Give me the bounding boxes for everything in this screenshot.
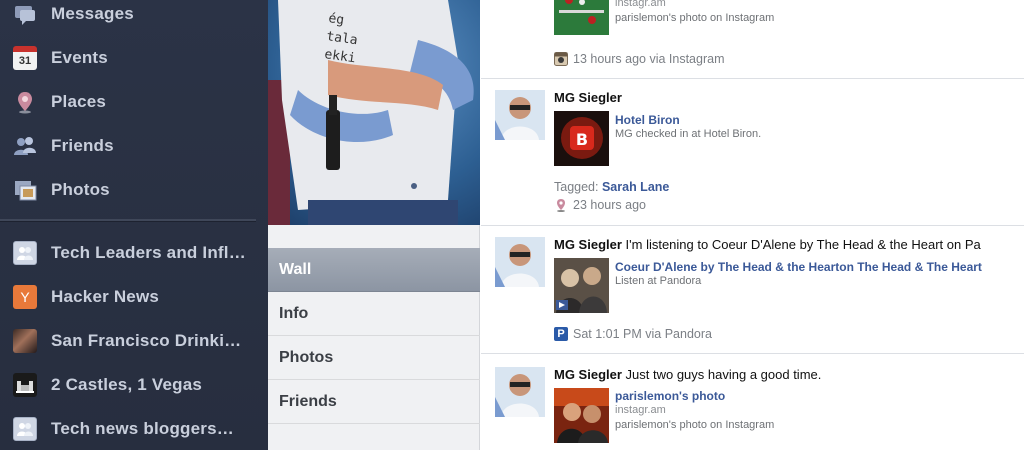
map-pin-icon xyxy=(13,90,37,114)
attachment-description: parislemon's photo on Instagram xyxy=(615,12,775,24)
tab-wall-label: Wall xyxy=(279,260,312,278)
avatar[interactable] xyxy=(495,90,545,140)
nav-group-label: 2 Castles, 1 Vegas xyxy=(51,375,203,394)
nav-label-photos: Photos xyxy=(51,180,110,199)
story-meta-text[interactable]: 23 hours ago xyxy=(573,198,646,212)
nav-group-tech-news-bloggers[interactable]: Tech news bloggers… xyxy=(0,407,268,450)
group-photo-icon xyxy=(13,373,37,397)
tab-photos-label: Photos xyxy=(279,348,334,366)
feed-story: MG Siegler B Hotel Biron MG checked in a… xyxy=(481,79,1024,226)
tab-friends-label: Friends xyxy=(279,392,337,410)
nav-item-places[interactable]: Places xyxy=(0,80,268,124)
nav-group-label: Tech Leaders and Infl… xyxy=(51,243,246,262)
feed-story: MG Siegler Just two guys having a good t… xyxy=(481,354,1024,450)
attachment-title-link[interactable]: parislemon's photo xyxy=(615,389,725,403)
nav-item-messages[interactable]: Messages xyxy=(0,0,268,36)
tab-photos[interactable]: Photos xyxy=(268,336,480,380)
story-meta: 23 hours ago xyxy=(554,198,646,212)
nav-item-photos[interactable]: Photos xyxy=(0,168,268,212)
friends-icon xyxy=(13,134,37,158)
attachment-title-link[interactable]: Hotel Biron xyxy=(615,113,680,127)
nav-group-tech-leaders[interactable]: Tech Leaders and Infl… xyxy=(0,231,268,275)
group-icon xyxy=(13,241,37,265)
hacker-news-icon: Y xyxy=(13,285,37,309)
feed-story: instagr.am parislemon's photo on Instagr… xyxy=(481,0,1024,79)
profile-photo[interactable]: ég tala ekki xyxy=(268,0,480,225)
nav-label-messages: Messages xyxy=(51,4,134,23)
nav-separator xyxy=(0,219,256,222)
tab-info[interactable]: Info xyxy=(268,292,480,336)
feed-story: MG Siegler I'm listening to Coeur D'Alen… xyxy=(481,226,1024,354)
wall-feed: instagr.am parislemon's photo on Instagr… xyxy=(481,0,1024,450)
story-author[interactable]: MG Siegler xyxy=(554,367,622,382)
nav-item-events[interactable]: 31 Events xyxy=(0,36,268,80)
tab-friends[interactable]: Friends xyxy=(268,380,480,424)
attachment-source: instagr.am xyxy=(615,404,666,416)
attachment-source: instagr.am xyxy=(615,0,666,9)
story-author-line: MG Siegler Just two guys having a good t… xyxy=(554,367,821,382)
left-navigation: Messages 31 Events Places Friends Photos… xyxy=(0,0,268,450)
instagram-icon xyxy=(554,52,568,66)
svg-text:ég: ég xyxy=(327,11,345,28)
tab-info-label: Info xyxy=(279,304,309,322)
avatar[interactable] xyxy=(495,367,545,417)
story-meta: 13 hours ago via Instagram xyxy=(554,52,724,66)
nav-label-friends: Friends xyxy=(51,136,114,155)
nav-label-places: Places xyxy=(51,92,107,111)
profile-photo-image: ég tala ekki xyxy=(268,0,474,225)
attachment-description: Listen at Pandora xyxy=(615,275,702,287)
tagged-line: Tagged: Sarah Lane xyxy=(554,180,669,194)
attachment-description: parislemon's photo on Instagram xyxy=(615,419,775,431)
story-author[interactable]: MG Siegler xyxy=(554,90,622,105)
thumb-letter: B xyxy=(576,130,588,149)
story-meta-text[interactable]: 13 hours ago via Instagram xyxy=(573,52,724,66)
map-pin-icon xyxy=(554,198,568,212)
nav-item-friends[interactable]: Friends xyxy=(0,124,268,168)
pandora-letter: P xyxy=(557,328,565,340)
attachment-description: MG checked in at Hotel Biron. xyxy=(615,128,762,140)
nav-group-label: Hacker News xyxy=(51,287,160,306)
story-author[interactable]: MG Siegler xyxy=(554,237,622,252)
story-message: I'm listening to Coeur D'Alene by The He… xyxy=(621,237,981,252)
nav-group-hacker-news[interactable]: Y Hacker News xyxy=(0,275,268,319)
nav-group-label: Tech news bloggers… xyxy=(51,419,234,438)
story-meta-text[interactable]: Sat 1:01 PM via Pandora xyxy=(573,327,712,341)
hacker-news-letter: Y xyxy=(20,289,30,305)
group-photo-icon xyxy=(13,329,37,353)
story-message: Just two guys having a good time. xyxy=(621,367,822,382)
story-meta: P Sat 1:01 PM via Pandora xyxy=(554,327,712,341)
avatar[interactable] xyxy=(495,237,545,287)
attachment-thumbnail[interactable] xyxy=(554,0,609,35)
attachment-title-link[interactable]: Coeur D'Alene by The Head & the Hearton … xyxy=(615,260,982,274)
tagged-person-link[interactable]: Sarah Lane xyxy=(602,180,669,194)
nav-group-sf-drinking[interactable]: San Francisco Drinki… xyxy=(0,319,268,363)
group-icon xyxy=(13,417,37,441)
calendar-icon: 31 xyxy=(13,46,37,70)
story-author-line: MG Siegler I'm listening to Coeur D'Alen… xyxy=(554,237,981,252)
calendar-day: 31 xyxy=(18,55,32,67)
attachment-thumbnail[interactable]: B xyxy=(554,111,609,166)
tab-wall[interactable]: Wall xyxy=(268,248,480,292)
story-author-line: MG Siegler xyxy=(554,90,622,105)
profile-column: ég tala ekki Wall Info Photos Friends xyxy=(268,0,480,450)
messages-icon xyxy=(13,2,37,26)
nav-group-label: San Francisco Drinki… xyxy=(51,331,242,350)
attachment-thumbnail[interactable] xyxy=(554,388,609,443)
nav-group-2-castles[interactable]: 2 Castles, 1 Vegas xyxy=(0,363,268,407)
tagged-label: Tagged: xyxy=(554,180,602,194)
attachment-thumbnail[interactable] xyxy=(554,258,609,313)
photos-icon xyxy=(13,178,37,202)
pandora-icon: P xyxy=(554,327,568,341)
nav-label-events: Events xyxy=(51,48,108,67)
